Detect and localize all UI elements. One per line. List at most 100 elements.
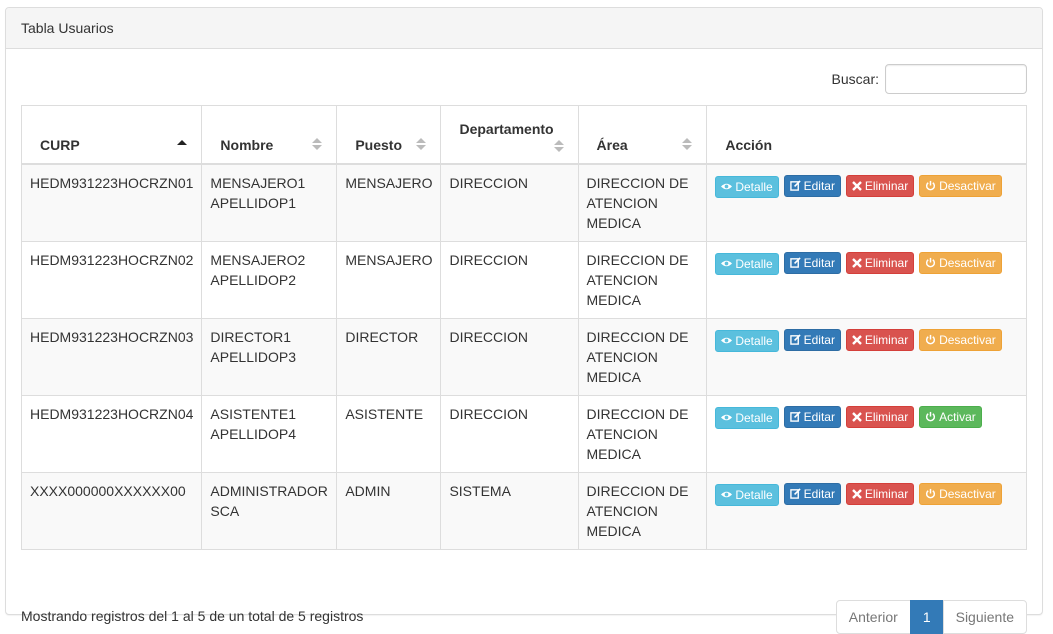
cell-nombre: ASISTENTE1 APELLIDOP4	[201, 394, 338, 473]
cell-curp: HEDM931223HOCRZN03	[20, 317, 203, 396]
sort-both-icon	[553, 139, 564, 152]
header-accion: Acción	[706, 105, 1027, 165]
editar-label: Editar	[803, 178, 835, 193]
panel-title: Tabla Usuarios	[6, 8, 1042, 49]
search-input[interactable]	[885, 64, 1027, 94]
toggle-status-button[interactable]: Desactivar	[919, 174, 1002, 197]
cell-actions: Detalle Editar Eliminar Activar	[706, 394, 1027, 473]
detalle-button[interactable]: Detalle	[715, 406, 779, 429]
cell-curp: HEDM931223HOCRZN02	[20, 240, 203, 319]
cell-puesto: MENSAJERO	[336, 240, 442, 319]
detalle-button[interactable]: Detalle	[715, 483, 779, 506]
editar-button[interactable]: Editar	[783, 328, 841, 351]
cell-departamento: DIRECCION	[440, 394, 579, 473]
close-icon	[851, 412, 862, 422]
cell-departamento: SISTEMA	[440, 471, 579, 550]
cell-area: DIRECCION DE ATENCION MEDICA	[577, 394, 708, 473]
editar-button[interactable]: Editar	[783, 174, 841, 197]
eliminar-button[interactable]: Eliminar	[845, 252, 915, 274]
toggle-status-button[interactable]: Desactivar	[919, 251, 1002, 274]
editar-button[interactable]: Editar	[783, 482, 841, 505]
toggle-status-button[interactable]: Desactivar	[919, 482, 1002, 505]
detalle-button[interactable]: Detalle	[715, 329, 779, 352]
search-label: Buscar:	[831, 71, 879, 87]
table-row: HEDM931223HOCRZN04 ASISTENTE1 APELLIDOP4…	[20, 394, 1027, 473]
cell-departamento: DIRECCION	[440, 240, 579, 319]
header-curp[interactable]: CURP	[20, 105, 203, 165]
eliminar-button[interactable]: Eliminar	[845, 483, 915, 505]
sort-both-icon	[312, 137, 323, 150]
edit-icon	[789, 411, 801, 422]
editar-button[interactable]: Editar	[783, 405, 841, 428]
header-nombre[interactable]: Nombre	[201, 105, 338, 165]
eye-icon	[721, 183, 733, 190]
detalle-label: Detalle	[735, 487, 773, 502]
header-label: Nombre	[220, 136, 274, 153]
page-1-button[interactable]: 1	[909, 600, 944, 634]
sort-both-icon	[416, 137, 427, 150]
header-label: Puesto	[355, 136, 403, 153]
cell-curp: XXXX000000XXXXXX00	[20, 471, 203, 550]
edit-icon	[789, 334, 801, 345]
cell-nombre: DIRECTOR1 APELLIDOP3	[201, 317, 338, 396]
eliminar-label: Eliminar	[864, 410, 909, 424]
editar-label: Editar	[803, 486, 835, 501]
eliminar-button[interactable]: Eliminar	[845, 406, 915, 428]
detalle-button[interactable]: Detalle	[715, 175, 779, 198]
eliminar-label: Eliminar	[864, 179, 909, 193]
cell-curp: HEDM931223HOCRZN01	[20, 163, 203, 242]
detalle-label: Detalle	[735, 256, 773, 271]
eliminar-button[interactable]: Eliminar	[845, 329, 915, 351]
cell-actions: Detalle Editar Eliminar Desactivar	[706, 163, 1027, 242]
table-info: Mostrando registros del 1 al 5 de un tot…	[21, 608, 364, 624]
cell-nombre: MENSAJERO2 APELLIDOP2	[201, 240, 338, 319]
sort-asc-icon	[177, 139, 188, 145]
toggle-status-label: Desactivar	[939, 332, 996, 347]
users-table-body: HEDM931223HOCRZN01 MENSAJERO1 APELLIDOP1…	[20, 163, 1027, 550]
power-icon	[926, 334, 936, 345]
eye-icon	[721, 337, 733, 344]
power-icon	[926, 411, 936, 422]
toggle-status-button[interactable]: Desactivar	[919, 328, 1002, 351]
header-departamento[interactable]: Departamento	[440, 105, 579, 165]
table-row: XXXX000000XXXXXX00 ADMINISTRADOR SCA ADM…	[20, 471, 1027, 550]
editar-label: Editar	[803, 409, 835, 424]
cell-puesto: DIRECTOR	[336, 317, 442, 396]
header-label: Departamento	[459, 120, 554, 137]
close-icon	[851, 335, 862, 345]
cell-departamento: DIRECCION	[440, 163, 579, 242]
toggle-status-label: Desactivar	[939, 486, 996, 501]
close-icon	[851, 181, 862, 191]
eliminar-button[interactable]: Eliminar	[845, 175, 915, 197]
table-row: HEDM931223HOCRZN02 MENSAJERO2 APELLIDOP2…	[20, 240, 1027, 319]
close-icon	[851, 258, 862, 268]
cell-area: DIRECCION DE ATENCION MEDICA	[577, 471, 708, 550]
editar-label: Editar	[803, 332, 835, 347]
cell-puesto: ADMIN	[336, 471, 442, 550]
header-label: CURP	[40, 136, 80, 153]
prev-page-button[interactable]: Anterior	[835, 600, 911, 634]
edit-icon	[789, 488, 801, 499]
eliminar-label: Eliminar	[864, 487, 909, 501]
power-icon	[926, 180, 936, 191]
header-puesto[interactable]: Puesto	[336, 105, 442, 165]
table-row: HEDM931223HOCRZN03 DIRECTOR1 APELLIDOP3 …	[20, 317, 1027, 396]
toggle-status-label: Activar	[939, 409, 976, 424]
eye-icon	[721, 414, 733, 421]
power-icon	[926, 257, 936, 268]
editar-label: Editar	[803, 255, 835, 270]
editar-button[interactable]: Editar	[783, 251, 841, 274]
header-area[interactable]: Área	[577, 105, 708, 165]
toggle-status-label: Desactivar	[939, 178, 996, 193]
table-header-row: CURP Nombre Puesto Departamento Área Acc…	[20, 105, 1027, 165]
cell-area: DIRECCION DE ATENCION MEDICA	[577, 163, 708, 242]
toggle-status-button[interactable]: Activar	[919, 405, 982, 428]
cell-actions: Detalle Editar Eliminar Desactivar	[706, 240, 1027, 319]
header-label: Área	[596, 136, 628, 153]
table-row: HEDM931223HOCRZN01 MENSAJERO1 APELLIDOP1…	[20, 163, 1027, 242]
sort-both-icon	[682, 137, 693, 150]
detalle-button[interactable]: Detalle	[715, 252, 779, 275]
next-page-button[interactable]: Siguiente	[942, 600, 1027, 634]
detalle-label: Detalle	[735, 333, 773, 348]
toggle-status-label: Desactivar	[939, 255, 996, 270]
